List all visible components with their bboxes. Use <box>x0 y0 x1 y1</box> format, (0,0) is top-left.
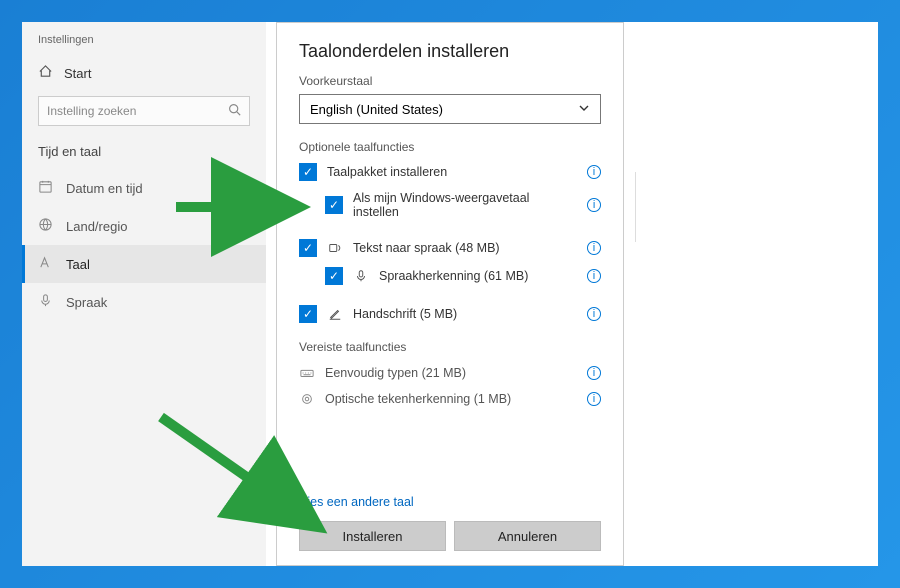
keyboard-icon <box>299 366 315 380</box>
info-icon[interactable]: i <box>587 198 601 212</box>
microphone-icon <box>38 293 54 311</box>
info-icon[interactable]: i <box>587 269 601 283</box>
main-area: Taalonderdelen installeren Voorkeurstaal… <box>266 22 878 566</box>
underlying-panel-edge <box>624 172 636 242</box>
option-text-to-speech[interactable]: ✓ Tekst naar spraak (48 MB) i <box>299 236 601 260</box>
checkbox-checked-icon[interactable]: ✓ <box>299 305 317 323</box>
sidebar-item-date-time[interactable]: Datum en tijd <box>22 169 266 207</box>
info-icon[interactable]: i <box>587 165 601 179</box>
preferred-language-select[interactable]: English (United States) <box>299 94 601 124</box>
install-button[interactable]: Installeren <box>299 521 446 551</box>
info-icon[interactable]: i <box>587 392 601 406</box>
home-button[interactable]: Start <box>22 56 266 90</box>
app-title: Instellingen <box>22 34 266 56</box>
sidebar-item-label: Land/regio <box>66 219 127 234</box>
search-placeholder: Instelling zoeken <box>47 104 136 118</box>
info-icon[interactable]: i <box>587 241 601 255</box>
install-language-dialog: Taalonderdelen installeren Voorkeurstaal… <box>276 22 624 566</box>
language-a-icon <box>38 255 54 273</box>
checkbox-checked-icon[interactable]: ✓ <box>299 239 317 257</box>
required-basic-typing: Eenvoudig typen (21 MB) i <box>299 360 601 386</box>
required-features-heading: Vereiste taalfuncties <box>299 340 601 354</box>
settings-window: — ▢ ✕ Instellingen Start Instelling zoek… <box>22 22 878 566</box>
microphone-icon <box>353 269 369 283</box>
tts-icon <box>327 241 343 255</box>
required-ocr: Optische tekenherkenning (1 MB) i <box>299 386 601 412</box>
option-speech-recognition[interactable]: ✓ Spraakherkenning (61 MB) i <box>299 264 601 288</box>
checkbox-checked-icon[interactable]: ✓ <box>325 196 343 214</box>
option-label: Taalpakket installeren <box>327 165 447 179</box>
globe-icon <box>38 217 54 235</box>
sidebar-item-label: Taal <box>66 257 90 272</box>
home-label: Start <box>64 66 91 81</box>
search-input[interactable]: Instelling zoeken <box>38 96 250 126</box>
required-label: Eenvoudig typen (21 MB) <box>325 366 466 380</box>
info-icon[interactable]: i <box>587 307 601 321</box>
option-install-language-pack[interactable]: ✓ Taalpakket installeren i <box>299 160 601 184</box>
section-heading: Tijd en taal <box>22 140 266 169</box>
search-icon <box>228 103 241 119</box>
calendar-icon <box>38 179 54 197</box>
checkbox-checked-icon[interactable]: ✓ <box>299 163 317 181</box>
sidebar-item-region[interactable]: Land/regio <box>22 207 266 245</box>
optional-features-heading: Optionele taalfuncties <box>299 140 601 154</box>
ocr-icon <box>299 392 315 406</box>
checkbox-checked-icon[interactable]: ✓ <box>325 267 343 285</box>
cancel-button[interactable]: Annuleren <box>454 521 601 551</box>
option-label: Tekst naar spraak (48 MB) <box>353 241 500 255</box>
option-label: Spraakherkenning (61 MB) <box>379 269 528 283</box>
dialog-title: Taalonderdelen installeren <box>299 41 601 62</box>
preferred-language-label: Voorkeurstaal <box>299 74 601 88</box>
sidebar-item-speech[interactable]: Spraak <box>22 283 266 321</box>
option-handwriting[interactable]: ✓ Handschrift (5 MB) i <box>299 302 601 326</box>
choose-another-language-link[interactable]: Kies een andere taal <box>299 495 601 509</box>
sidebar-item-label: Datum en tijd <box>66 181 143 196</box>
required-label: Optische tekenherkenning (1 MB) <box>325 392 511 406</box>
option-label: Als mijn Windows-weergavetaal instellen <box>353 191 577 219</box>
option-label: Handschrift (5 MB) <box>353 307 457 321</box>
home-icon <box>38 64 54 82</box>
handwriting-icon <box>327 307 343 321</box>
sidebar: Instellingen Start Instelling zoeken Tij… <box>22 22 266 566</box>
chevron-down-icon <box>578 102 590 117</box>
preferred-language-value: English (United States) <box>310 102 443 117</box>
info-icon[interactable]: i <box>587 366 601 380</box>
option-set-display-language[interactable]: ✓ Als mijn Windows-weergavetaal instelle… <box>299 188 601 222</box>
sidebar-item-language[interactable]: Taal <box>22 245 266 283</box>
sidebar-item-label: Spraak <box>66 295 107 310</box>
